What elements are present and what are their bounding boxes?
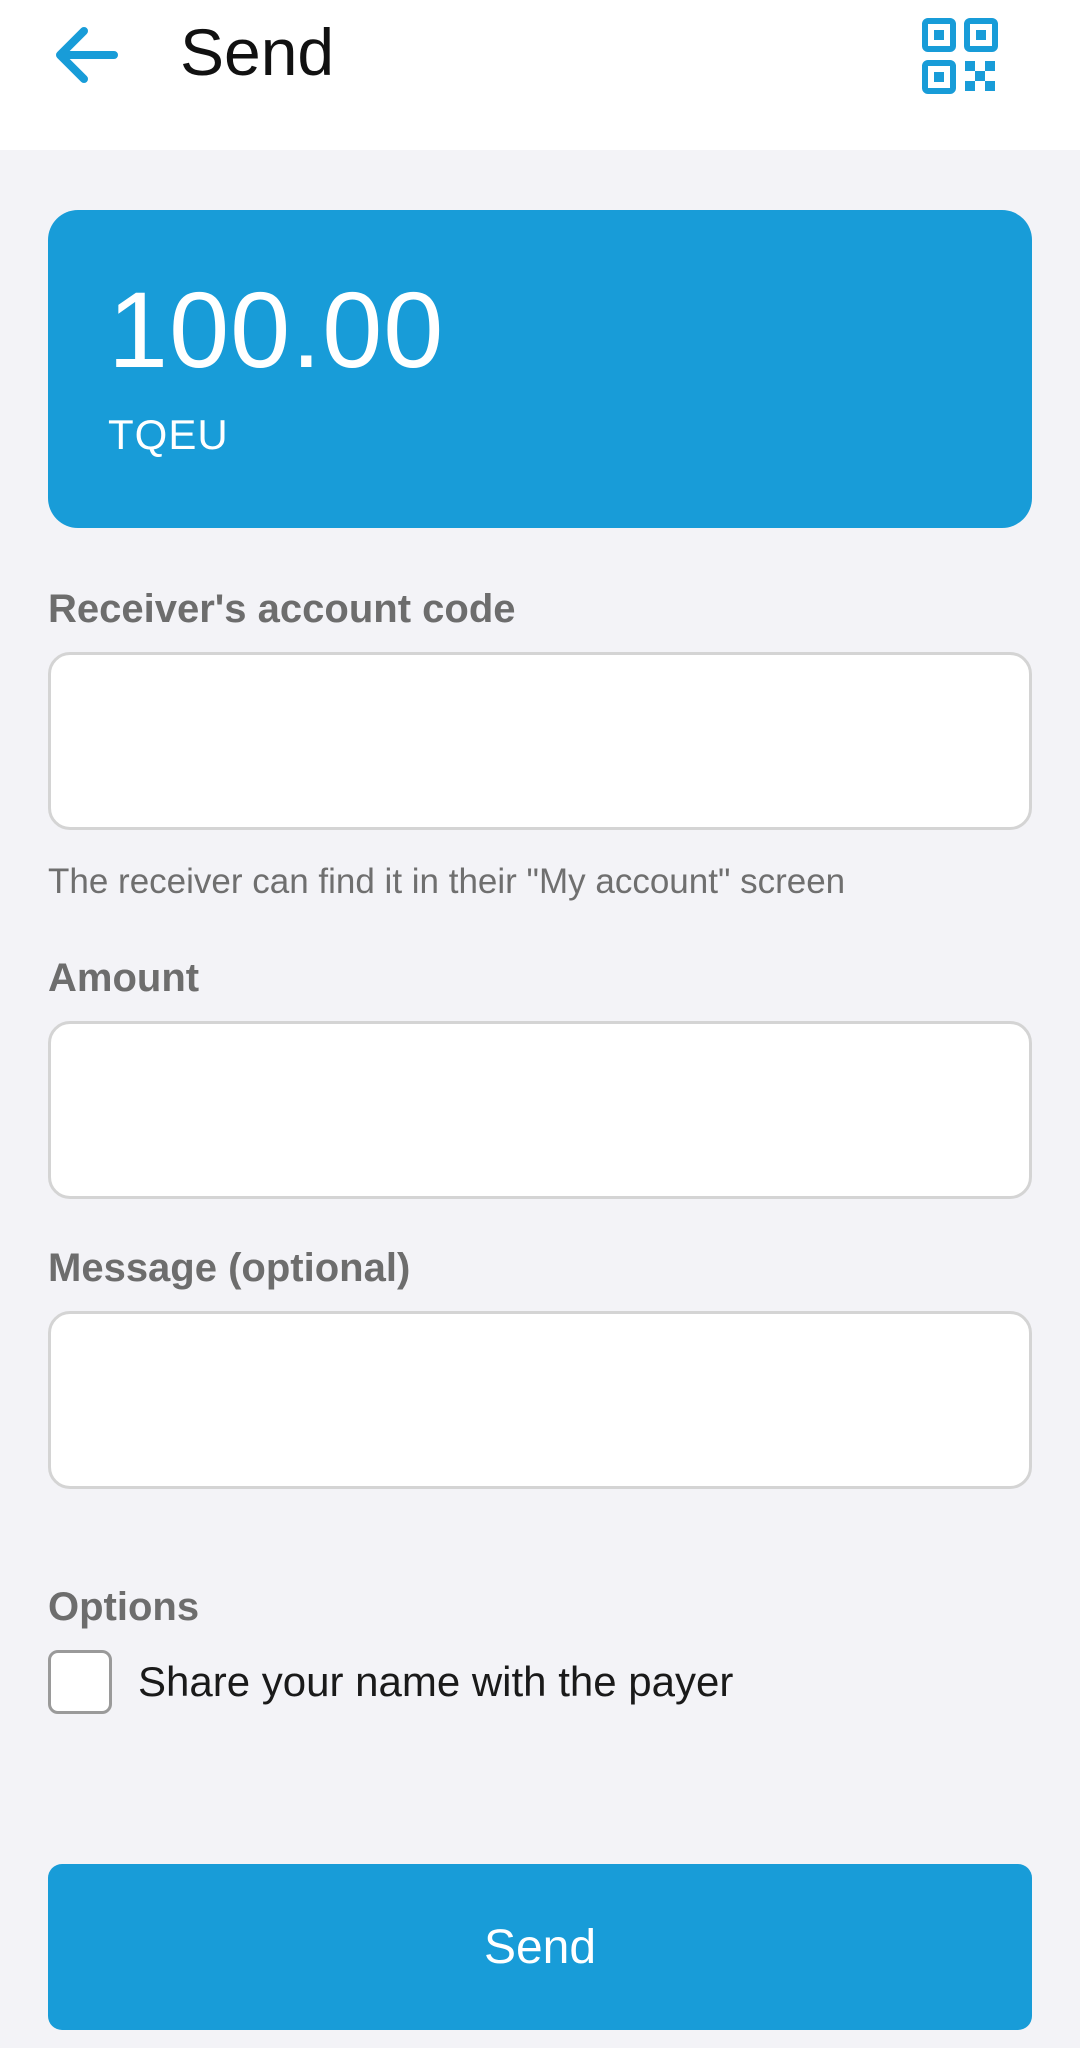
back-button[interactable] (48, 20, 128, 90)
amount-label: Amount (48, 956, 200, 1000)
amount-input[interactable] (48, 1021, 1032, 1199)
share-name-checkbox[interactable] (48, 1650, 112, 1714)
receiver-label: Receiver's account code (48, 587, 516, 631)
send-button[interactable]: Send (48, 1864, 1032, 2030)
share-name-label[interactable]: Share your name with the payer (138, 1656, 733, 1708)
message-label: Message (optional) (48, 1246, 411, 1290)
arrow-left-icon (56, 27, 118, 83)
receiver-account-input[interactable] (48, 652, 1032, 830)
qr-scan-button[interactable] (918, 14, 1002, 98)
page-title: Send (180, 15, 335, 89)
message-input[interactable] (48, 1311, 1032, 1489)
balance-amount: 100.00 (108, 269, 445, 390)
options-label: Options (48, 1585, 200, 1629)
balance-card: 100.00 TQEU (48, 210, 1032, 528)
balance-currency: TQEU (108, 411, 229, 458)
receiver-hint: The receiver can find it in their "My ac… (48, 862, 846, 901)
app-bar: Send (0, 0, 1080, 150)
qr-code-icon (922, 18, 998, 94)
